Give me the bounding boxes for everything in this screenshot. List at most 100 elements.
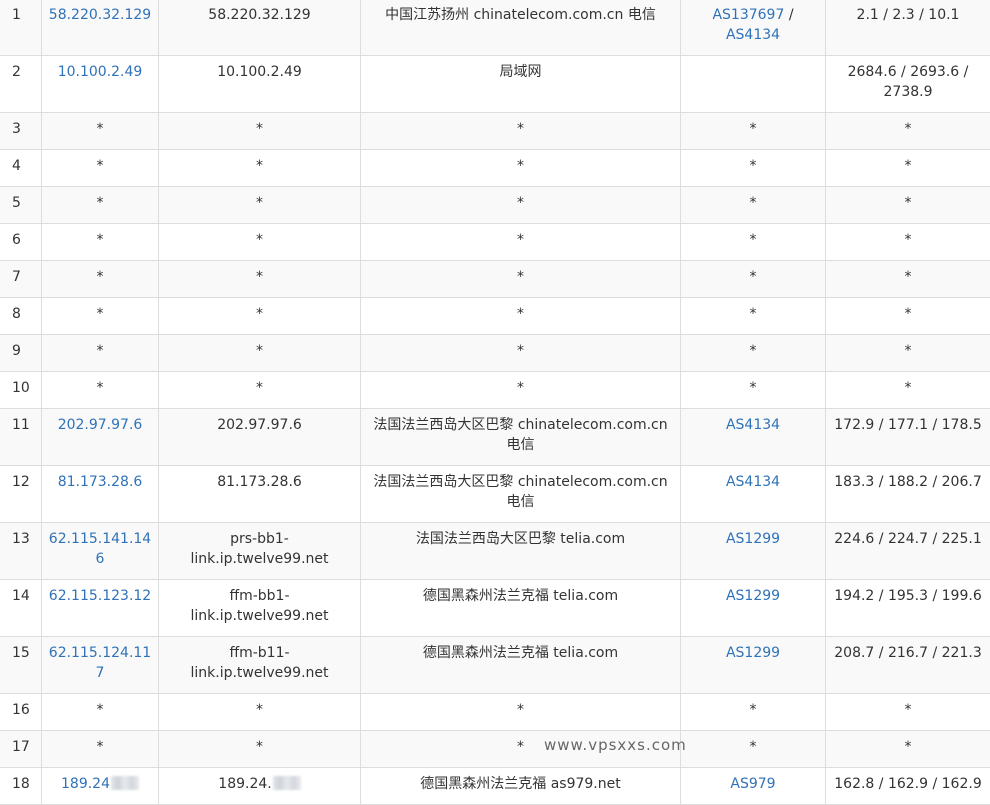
- latency-cell: 2.1 / 2.3 / 10.1: [826, 0, 990, 56]
- latency-text: *: [905, 232, 912, 248]
- ip-cell[interactable]: 62.115.124.117: [42, 637, 159, 694]
- latency-cell: *: [826, 187, 990, 224]
- hostname-cell: *: [159, 224, 361, 261]
- hostname-cell: 202.97.97.6: [159, 409, 361, 466]
- hop-number-text: 14: [12, 588, 30, 604]
- ip-link[interactable]: 189.24: [61, 776, 110, 792]
- hostname-text: 81.173.28.6: [217, 474, 302, 490]
- ip-link[interactable]: 62.115.141.146: [49, 531, 151, 567]
- hop-number-text: 7: [12, 269, 21, 285]
- geo-text: *: [517, 158, 524, 174]
- hostname-text: ffm-b11-link.ip.twelve99.net: [190, 645, 328, 681]
- latency-cell: 224.6 / 224.7 / 225.1: [826, 523, 990, 580]
- hop-number: 6: [0, 224, 42, 261]
- hop-number-text: 16: [12, 702, 30, 718]
- latency-cell: *: [826, 150, 990, 187]
- ip-cell[interactable]: 58.220.32.129: [42, 0, 159, 56]
- latency-cell: *: [826, 224, 990, 261]
- hostname-cell: *: [159, 150, 361, 187]
- asn-cell[interactable]: AS4134: [681, 466, 826, 523]
- ip-cell[interactable]: 10.100.2.49: [42, 56, 159, 113]
- asn-cell[interactable]: AS1299: [681, 637, 826, 694]
- geo-cell: 法国法兰西岛大区巴黎 telia.com: [361, 523, 681, 580]
- asn-cell[interactable]: AS1299: [681, 580, 826, 637]
- hostname-text: 10.100.2.49: [217, 64, 302, 80]
- latency-text: 194.2 / 195.3 / 199.6: [834, 588, 981, 604]
- geo-text: *: [517, 343, 524, 359]
- ip-link[interactable]: 81.173.28.6: [58, 474, 143, 490]
- geo-cell: 德国黑森州法兰克福 telia.com: [361, 637, 681, 694]
- ip-link[interactable]: 62.115.124.117: [49, 645, 151, 681]
- hostname-cell: *: [159, 335, 361, 372]
- geo-text: *: [517, 232, 524, 248]
- traceroute-body: 1 58.220.32.129 58.220.32.129 中国江苏扬州 chinat…: [0, 0, 990, 805]
- hop-number-text: 15: [12, 645, 30, 661]
- ip-cell[interactable]: 202.97.97.6: [42, 409, 159, 466]
- asn-cell: *: [681, 372, 826, 409]
- ip-link[interactable]: 10.100.2.49: [58, 64, 143, 80]
- geo-cell: 德国黑森州法兰克福 as979.net: [361, 768, 681, 805]
- latency-cell: 183.3 / 188.2 / 206.7: [826, 466, 990, 523]
- asn-link[interactable]: AS1299: [726, 588, 780, 604]
- asn-cell[interactable]: AS4134: [681, 409, 826, 466]
- asn-cell[interactable]: AS137697 / AS4134: [681, 0, 826, 56]
- asn-link[interactable]: AS1299: [726, 531, 780, 547]
- geo-text: 中国江苏扬州 chinatelecom.com.cn 电信: [385, 7, 656, 23]
- hop-number-text: 4: [12, 158, 21, 174]
- ip-cell: *: [42, 298, 159, 335]
- hop-number-text: 10: [12, 380, 30, 396]
- table-row: 1362.115.141.146prs-bb1-link.ip.twelve99…: [0, 523, 990, 580]
- ip-link[interactable]: 58.220.32.129: [49, 7, 151, 23]
- asn-link[interactable]: AS979: [730, 776, 775, 792]
- asn-link[interactable]: AS4134: [726, 27, 780, 43]
- hostname-cell: *: [159, 372, 361, 409]
- geo-text: 德国黑森州法兰克福 telia.com: [423, 645, 618, 661]
- latency-text: *: [905, 739, 912, 755]
- asn-text: *: [750, 158, 757, 174]
- redacted-block: [273, 776, 301, 790]
- table-row: 8*****: [0, 298, 990, 335]
- asn-cell[interactable]: AS1299: [681, 523, 826, 580]
- geo-cell: 法国法兰西岛大区巴黎 chinatelecom.com.cn 电信: [361, 409, 681, 466]
- hostname-text: *: [256, 121, 263, 137]
- latency-cell: *: [826, 261, 990, 298]
- latency-text: *: [905, 121, 912, 137]
- ip-text: *: [97, 343, 104, 359]
- hostname-cell: 58.220.32.129: [159, 0, 361, 56]
- hop-number-text: 12: [12, 474, 30, 490]
- hostname-text: *: [256, 306, 263, 322]
- table-row: 7*****: [0, 261, 990, 298]
- hostname-cell: prs-bb1-link.ip.twelve99.net: [159, 523, 361, 580]
- ip-cell: *: [42, 150, 159, 187]
- hostname-text: *: [256, 232, 263, 248]
- geo-text: *: [517, 195, 524, 211]
- ip-cell[interactable]: 62.115.123.12: [42, 580, 159, 637]
- geo-cell: *: [361, 298, 681, 335]
- hostname-cell: 10.100.2.49: [159, 56, 361, 113]
- hop-number-text: 1: [12, 7, 21, 23]
- asn-link[interactable]: AS137697: [712, 7, 784, 23]
- ip-cell[interactable]: 189.24: [42, 768, 159, 805]
- hop-number: 15: [0, 637, 42, 694]
- hop-number: 8: [0, 298, 42, 335]
- geo-text: *: [517, 739, 524, 755]
- hop-number: 16: [0, 694, 42, 731]
- ip-cell[interactable]: 81.173.28.6: [42, 466, 159, 523]
- hop-number-text: 9: [12, 343, 21, 359]
- hop-number: 10: [0, 372, 42, 409]
- latency-text: 2.1 / 2.3 / 10.1: [857, 7, 960, 23]
- asn-cell: *: [681, 731, 826, 768]
- asn-link[interactable]: AS4134: [726, 417, 780, 433]
- asn-text: *: [750, 739, 757, 755]
- latency-text: 224.6 / 224.7 / 225.1: [834, 531, 981, 547]
- geo-text: *: [517, 702, 524, 718]
- ip-cell[interactable]: 62.115.141.146: [42, 523, 159, 580]
- table-row: 10*****: [0, 372, 990, 409]
- ip-link[interactable]: 62.115.123.12: [49, 588, 151, 604]
- traceroute-table: 1 58.220.32.129 58.220.32.129 中国江苏扬州 chinat…: [0, 0, 990, 805]
- ip-link[interactable]: 202.97.97.6: [58, 417, 143, 433]
- asn-cell: *: [681, 694, 826, 731]
- asn-link[interactable]: AS1299: [726, 645, 780, 661]
- asn-link[interactable]: AS4134: [726, 474, 780, 490]
- asn-cell[interactable]: AS979: [681, 768, 826, 805]
